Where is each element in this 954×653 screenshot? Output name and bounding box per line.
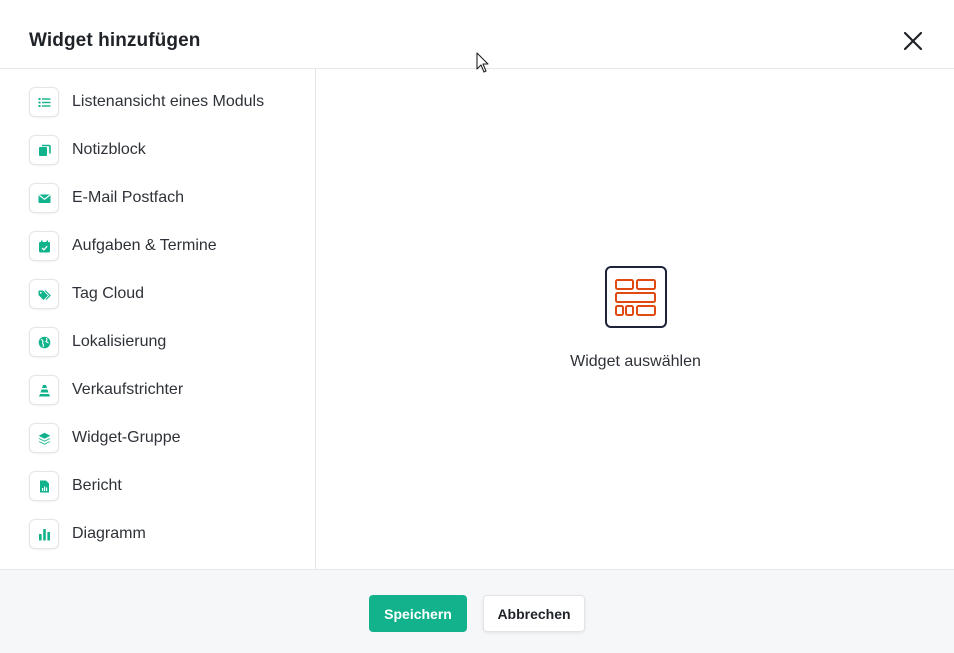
sidebar-item-label: Aufgaben & Termine (72, 237, 217, 254)
widget-layout-icon (605, 266, 667, 328)
layers-icon (38, 432, 50, 445)
icon-container (29, 279, 59, 309)
icon-container (29, 135, 59, 165)
sidebar-item-label: Bericht (72, 477, 122, 494)
report-icon (39, 480, 49, 492)
sidebar-item-tag-cloud[interactable]: Tag Cloud (29, 278, 309, 310)
sidebar-item-verkaufstrichter[interactable]: Verkaufstrichter (29, 374, 309, 406)
calendar-check-icon (38, 240, 50, 252)
list-icon (38, 97, 50, 107)
sidebar-item-label: Widget-Gruppe (72, 429, 181, 446)
add-widget-dialog: Widget hinzufügen Listenansicht eines Mo… (0, 0, 954, 653)
icon-container (29, 471, 59, 501)
widget-type-list: Listenansicht eines Moduls Notizblock E-… (0, 69, 316, 569)
close-icon (903, 31, 923, 51)
cancel-button[interactable]: Abbrechen (483, 595, 585, 632)
funnel-icon (38, 384, 50, 396)
sidebar-item-label: Diagramm (72, 525, 146, 542)
icon-container (29, 183, 59, 213)
envelope-icon (38, 194, 50, 203)
sidebar-item-notizblock[interactable]: Notizblock (29, 134, 309, 166)
sidebar-item-lokalisierung[interactable]: Lokalisierung (29, 326, 309, 358)
notes-icon (38, 144, 51, 156)
sidebar-item-label: Lokalisierung (72, 333, 167, 350)
sidebar-item-bericht[interactable]: Bericht (29, 470, 309, 502)
icon-container (29, 519, 59, 549)
bar-chart-icon (38, 528, 50, 540)
tags-icon (38, 289, 51, 300)
sidebar-item-label: Tag Cloud (72, 285, 145, 302)
sidebar-item-label: Listenansicht eines Moduls (72, 93, 265, 110)
icon-container (29, 375, 59, 405)
sidebar-item-label: E-Mail Postfach (72, 189, 185, 206)
sidebar-item-aufgaben[interactable]: Aufgaben & Termine (29, 230, 309, 262)
widget-placeholder-text: Widget auswählen (570, 353, 701, 370)
icon-container (29, 231, 59, 261)
icon-container (29, 87, 59, 117)
dialog-title: Widget hinzufügen (29, 30, 201, 51)
widget-layout-graphic (615, 279, 656, 316)
save-button[interactable]: Speichern (369, 595, 467, 632)
globe-icon (38, 336, 50, 348)
sidebar-item-diagramm[interactable]: Diagramm (29, 518, 309, 550)
icon-container (29, 327, 59, 357)
dialog-footer: Speichern Abbrechen (0, 569, 954, 653)
icon-container (29, 423, 59, 453)
sidebar-item-label: Verkaufstrichter (72, 381, 184, 398)
close-button[interactable] (899, 27, 927, 55)
sidebar-item-email[interactable]: E-Mail Postfach (29, 182, 309, 214)
sidebar-item-widget-gruppe[interactable]: Widget-Gruppe (29, 422, 309, 454)
sidebar-item-listenansicht[interactable]: Listenansicht eines Moduls (29, 86, 309, 118)
sidebar-item-label: Notizblock (72, 141, 146, 158)
widget-preview-area: Widget auswählen (317, 69, 954, 569)
